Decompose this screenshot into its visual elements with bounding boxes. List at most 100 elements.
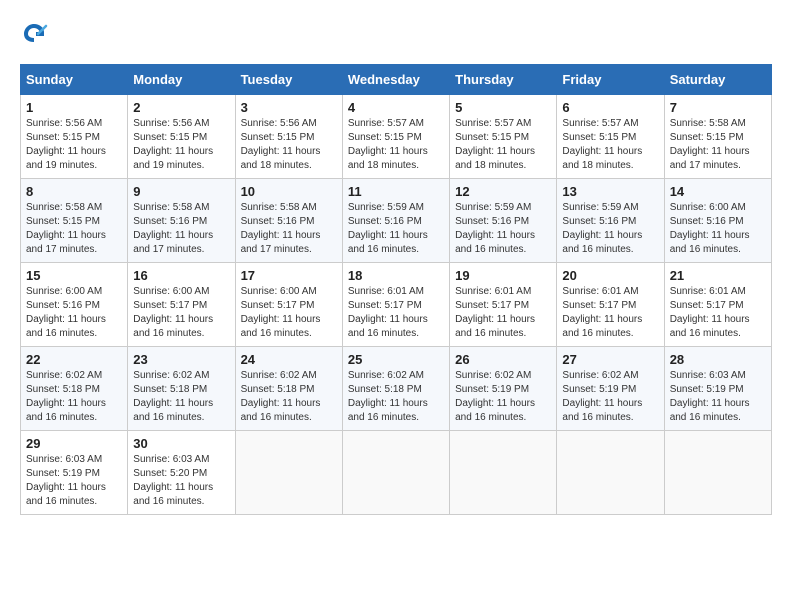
logo: [20, 20, 50, 48]
day-number: 15: [26, 268, 122, 283]
calendar-cell: 25 Sunrise: 6:02 AM Sunset: 5:18 PM Dayli…: [342, 347, 449, 431]
day-info: Sunrise: 6:03 AM Sunset: 5:19 PM Dayligh…: [26, 453, 122, 509]
day-info: Sunrise: 5:59 AM Sunset: 5:16 PM Dayligh…: [348, 201, 444, 257]
calendar-cell: [342, 431, 449, 515]
day-info: Sunrise: 5:58 AM Sunset: 5:16 PM Dayligh…: [133, 201, 229, 257]
day-info: Sunrise: 6:01 AM Sunset: 5:17 PM Dayligh…: [670, 285, 766, 341]
day-number: 12: [455, 184, 551, 199]
day-info: Sunrise: 5:58 AM Sunset: 5:15 PM Dayligh…: [670, 117, 766, 173]
calendar-cell: 17 Sunrise: 6:00 AM Sunset: 5:17 PM Dayli…: [235, 263, 342, 347]
calendar-header-row: SundayMondayTuesdayWednesdayThursdayFrid…: [21, 65, 772, 95]
calendar-table: SundayMondayTuesdayWednesdayThursdayFrid…: [20, 64, 772, 515]
calendar-cell: 15 Sunrise: 6:00 AM Sunset: 5:16 PM Dayli…: [21, 263, 128, 347]
day-number: 3: [241, 100, 337, 115]
day-number: 30: [133, 436, 229, 451]
calendar-cell: 12 Sunrise: 5:59 AM Sunset: 5:16 PM Dayli…: [450, 179, 557, 263]
day-info: Sunrise: 5:57 AM Sunset: 5:15 PM Dayligh…: [455, 117, 551, 173]
day-info: Sunrise: 5:59 AM Sunset: 5:16 PM Dayligh…: [455, 201, 551, 257]
logo-icon: [20, 20, 48, 48]
day-number: 16: [133, 268, 229, 283]
calendar-cell: 11 Sunrise: 5:59 AM Sunset: 5:16 PM Dayli…: [342, 179, 449, 263]
calendar-cell: 5 Sunrise: 5:57 AM Sunset: 5:15 PM Daylig…: [450, 95, 557, 179]
calendar-cell: 24 Sunrise: 6:02 AM Sunset: 5:18 PM Dayli…: [235, 347, 342, 431]
day-number: 17: [241, 268, 337, 283]
day-number: 13: [562, 184, 658, 199]
day-info: Sunrise: 6:02 AM Sunset: 5:19 PM Dayligh…: [562, 369, 658, 425]
day-info: Sunrise: 6:02 AM Sunset: 5:18 PM Dayligh…: [133, 369, 229, 425]
day-info: Sunrise: 5:58 AM Sunset: 5:15 PM Dayligh…: [26, 201, 122, 257]
calendar-week-1: 1 Sunrise: 5:56 AM Sunset: 5:15 PM Daylig…: [21, 95, 772, 179]
calendar-cell: 7 Sunrise: 5:58 AM Sunset: 5:15 PM Daylig…: [664, 95, 771, 179]
calendar-week-4: 22Sunrise: 6:02 AM Sunset: 5:18 PM Dayli…: [21, 347, 772, 431]
day-number: 27: [562, 352, 658, 367]
calendar-cell: 19Sunrise: 6:01 AM Sunset: 5:17 PM Dayli…: [450, 263, 557, 347]
calendar-cell: 28Sunrise: 6:03 AM Sunset: 5:19 PM Dayli…: [664, 347, 771, 431]
calendar-cell: 10Sunrise: 5:58 AM Sunset: 5:16 PM Dayli…: [235, 179, 342, 263]
calendar-cell: 27 Sunrise: 6:02 AM Sunset: 5:19 PM Dayli…: [557, 347, 664, 431]
day-info: Sunrise: 6:00 AM Sunset: 5:17 PM Dayligh…: [241, 285, 337, 341]
calendar-cell: [235, 431, 342, 515]
day-info: Sunrise: 6:02 AM Sunset: 5:18 PM Dayligh…: [241, 369, 337, 425]
day-info: Sunrise: 6:02 AM Sunset: 5:18 PM Dayligh…: [26, 369, 122, 425]
day-number: 20: [562, 268, 658, 283]
calendar-cell: 18Sunrise: 6:01 AM Sunset: 5:17 PM Dayli…: [342, 263, 449, 347]
page-header: [20, 20, 772, 48]
calendar-cell: 22Sunrise: 6:02 AM Sunset: 5:18 PM Dayli…: [21, 347, 128, 431]
day-info: Sunrise: 5:56 AM Sunset: 5:15 PM Dayligh…: [133, 117, 229, 173]
day-number: 24: [241, 352, 337, 367]
day-number: 25: [348, 352, 444, 367]
day-number: 21: [670, 268, 766, 283]
day-info: Sunrise: 5:57 AM Sunset: 5:15 PM Dayligh…: [562, 117, 658, 173]
day-number: 7: [670, 100, 766, 115]
day-number: 10: [241, 184, 337, 199]
calendar-cell: 8Sunrise: 5:58 AM Sunset: 5:15 PM Daylig…: [21, 179, 128, 263]
calendar-cell: 2 Sunrise: 5:56 AM Sunset: 5:15 PM Daylig…: [128, 95, 235, 179]
day-number: 26: [455, 352, 551, 367]
calendar-cell: [557, 431, 664, 515]
calendar-cell: 26 Sunrise: 6:02 AM Sunset: 5:19 PM Dayli…: [450, 347, 557, 431]
day-number: 29: [26, 436, 122, 451]
calendar-cell: 14 Sunrise: 6:00 AM Sunset: 5:16 PM Dayli…: [664, 179, 771, 263]
calendar-cell: 6 Sunrise: 5:57 AM Sunset: 5:15 PM Daylig…: [557, 95, 664, 179]
day-info: Sunrise: 6:03 AM Sunset: 5:20 PM Dayligh…: [133, 453, 229, 509]
day-header-thursday: Thursday: [450, 65, 557, 95]
day-info: Sunrise: 5:56 AM Sunset: 5:15 PM Dayligh…: [241, 117, 337, 173]
day-info: Sunrise: 6:02 AM Sunset: 5:19 PM Dayligh…: [455, 369, 551, 425]
calendar-cell: 4 Sunrise: 5:57 AM Sunset: 5:15 PM Daylig…: [342, 95, 449, 179]
calendar-cell: 3 Sunrise: 5:56 AM Sunset: 5:15 PM Daylig…: [235, 95, 342, 179]
calendar-cell: 13 Sunrise: 5:59 AM Sunset: 5:16 PM Dayli…: [557, 179, 664, 263]
day-info: Sunrise: 6:03 AM Sunset: 5:19 PM Dayligh…: [670, 369, 766, 425]
calendar-cell: 21 Sunrise: 6:01 AM Sunset: 5:17 PM Dayli…: [664, 263, 771, 347]
day-number: 2: [133, 100, 229, 115]
day-info: Sunrise: 6:00 AM Sunset: 5:16 PM Dayligh…: [26, 285, 122, 341]
day-info: Sunrise: 6:01 AM Sunset: 5:17 PM Dayligh…: [455, 285, 551, 341]
day-info: Sunrise: 6:02 AM Sunset: 5:18 PM Dayligh…: [348, 369, 444, 425]
day-info: Sunrise: 6:01 AM Sunset: 5:17 PM Dayligh…: [562, 285, 658, 341]
calendar-cell: 30 Sunrise: 6:03 AM Sunset: 5:20 PM Dayli…: [128, 431, 235, 515]
day-number: 14: [670, 184, 766, 199]
day-header-sunday: Sunday: [21, 65, 128, 95]
day-header-friday: Friday: [557, 65, 664, 95]
calendar-cell: 20 Sunrise: 6:01 AM Sunset: 5:17 PM Dayli…: [557, 263, 664, 347]
day-number: 18: [348, 268, 444, 283]
calendar-cell: 23 Sunrise: 6:02 AM Sunset: 5:18 PM Dayli…: [128, 347, 235, 431]
day-header-wednesday: Wednesday: [342, 65, 449, 95]
day-info: Sunrise: 6:00 AM Sunset: 5:16 PM Dayligh…: [670, 201, 766, 257]
day-number: 6: [562, 100, 658, 115]
calendar-cell: 29 Sunrise: 6:03 AM Sunset: 5:19 PM Dayli…: [21, 431, 128, 515]
day-number: 5: [455, 100, 551, 115]
calendar-week-5: 29 Sunrise: 6:03 AM Sunset: 5:19 PM Dayli…: [21, 431, 772, 515]
day-info: Sunrise: 5:59 AM Sunset: 5:16 PM Dayligh…: [562, 201, 658, 257]
day-info: Sunrise: 5:57 AM Sunset: 5:15 PM Dayligh…: [348, 117, 444, 173]
day-number: 23: [133, 352, 229, 367]
calendar-cell: 16 Sunrise: 6:00 AM Sunset: 5:17 PM Dayli…: [128, 263, 235, 347]
day-number: 4: [348, 100, 444, 115]
calendar-week-2: 8Sunrise: 5:58 AM Sunset: 5:15 PM Daylig…: [21, 179, 772, 263]
day-header-tuesday: Tuesday: [235, 65, 342, 95]
day-info: Sunrise: 5:56 AM Sunset: 5:15 PM Dayligh…: [26, 117, 122, 173]
calendar-cell: [664, 431, 771, 515]
calendar-cell: 1 Sunrise: 5:56 AM Sunset: 5:15 PM Daylig…: [21, 95, 128, 179]
day-info: Sunrise: 6:00 AM Sunset: 5:17 PM Dayligh…: [133, 285, 229, 341]
day-number: 11: [348, 184, 444, 199]
day-number: 1: [26, 100, 122, 115]
